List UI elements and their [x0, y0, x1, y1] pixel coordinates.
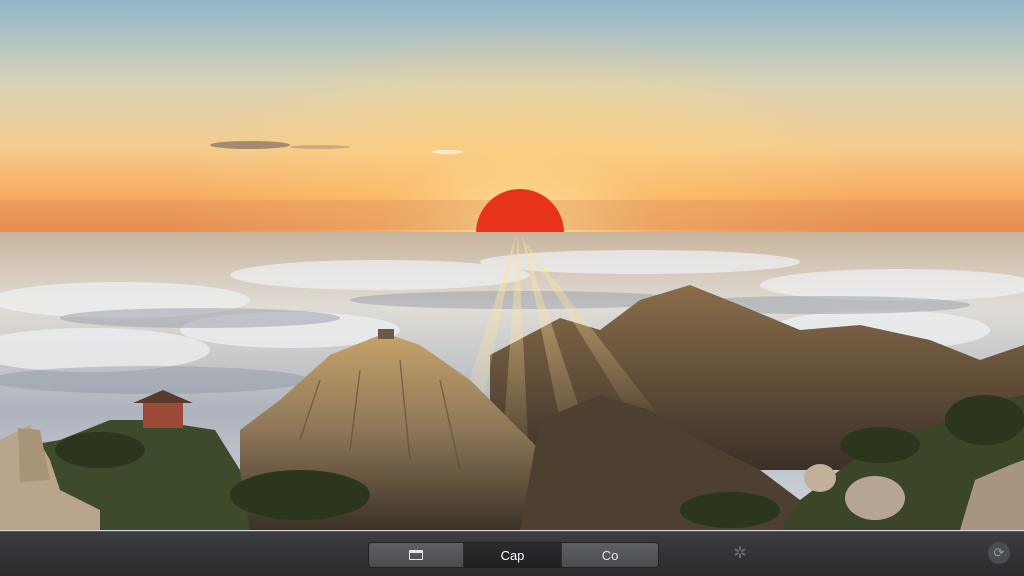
co-mode-button[interactable]: Co	[562, 543, 658, 567]
bottom-toolbar: Cap Co	[0, 531, 1024, 576]
co-mode-label: Co	[601, 547, 619, 563]
gear-icon[interactable]: ✲	[731, 545, 749, 563]
refresh-icon[interactable]: ⟳	[988, 542, 1010, 564]
capture-mode-selector: Cap Co	[369, 543, 658, 567]
window-icon	[409, 550, 423, 560]
background-photo	[0, 0, 1024, 576]
window-mode-button[interactable]	[369, 543, 464, 567]
capture-mode-label: Cap	[500, 547, 525, 563]
capture-mode-button[interactable]: Cap	[464, 543, 562, 567]
